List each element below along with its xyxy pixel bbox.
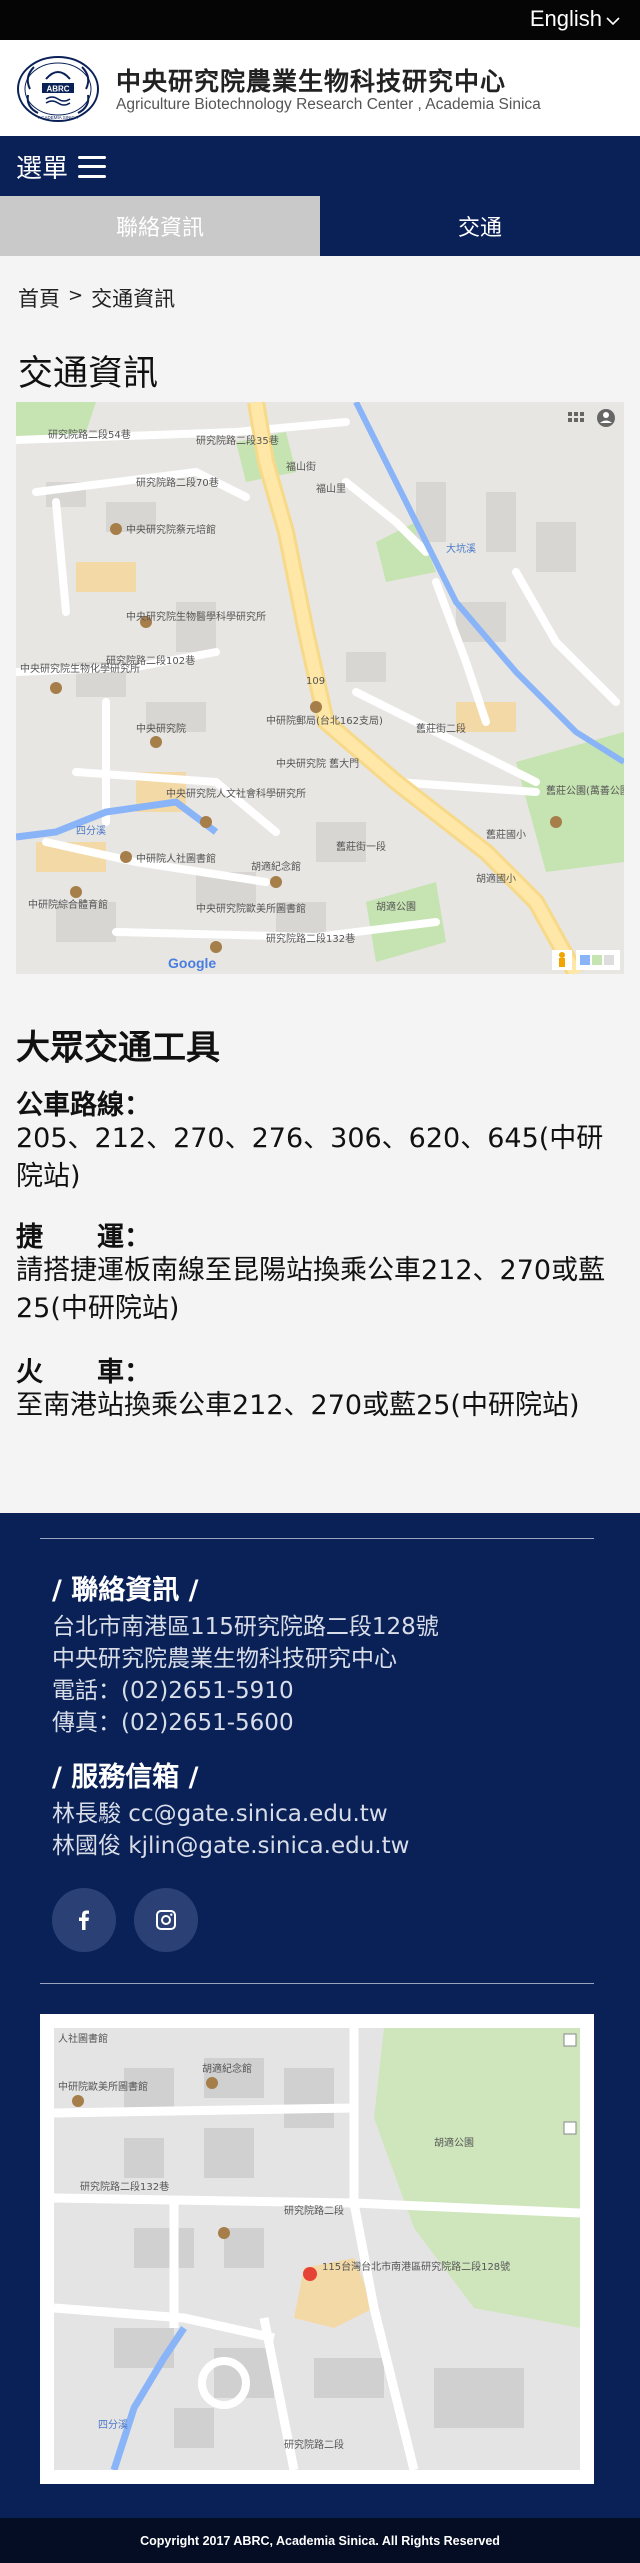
map-label: 胡適紀念館 bbox=[251, 860, 301, 873]
menu-label: 選單 bbox=[16, 154, 69, 184]
chevron-down-icon bbox=[606, 17, 620, 26]
map-label: 109 bbox=[306, 676, 325, 687]
map-label: 研究院路二段70巷 bbox=[136, 476, 219, 489]
footer-map-label: 四分溪 bbox=[98, 2419, 128, 2431]
footer-map[interactable]: 胡適紀念館 中研院歐美所圖書館 胡適公園 研究院路二段132巷 研究院路二段 1… bbox=[40, 2014, 594, 2484]
footer-divider bbox=[40, 1538, 594, 1539]
footer-mail-2[interactable]: 林國俊 kjlin@gate.sinica.edu.tw bbox=[52, 1830, 409, 1862]
menu-button[interactable]: 選單 bbox=[16, 148, 107, 185]
site-subtitle: Agriculture Biotechnology Research Cente… bbox=[116, 96, 541, 113]
map-label: 中央研究院 舊大門 bbox=[276, 757, 359, 770]
map-label: 中央研究院歐美所圖書館 bbox=[196, 902, 306, 915]
map-label: 中央研究院蔡元培館 bbox=[126, 523, 216, 536]
footer-fax: 傳真：(02)2651-5600 bbox=[52, 1710, 294, 1736]
menu-bar: 選單 bbox=[0, 136, 640, 196]
site-header: ABRC ACADEMIA SINICA 中央研究院農業生物科技研究中心 Agr… bbox=[0, 40, 640, 136]
map-label: 中央研究院人文社會科學研究所 bbox=[166, 787, 306, 800]
map-label: 舊莊街二段 bbox=[416, 722, 466, 735]
map-label: 研究院路二段54巷 bbox=[48, 428, 131, 441]
facebook-icon bbox=[79, 1910, 89, 1930]
footer-map-label: 中研院歐美所圖書館 bbox=[58, 2080, 148, 2093]
hamburger-icon bbox=[78, 155, 107, 178]
transit-heading: 大眾交通工具 bbox=[16, 1028, 220, 1068]
language-label: English bbox=[529, 6, 602, 31]
bus-routes-text: 205、212、270、276、306、620、645(中研院站) bbox=[16, 1123, 604, 1192]
location-map[interactable]: 研究院路二段54巷 研究院路二段35巷 研究院路二段70巷 福山街 中央研究院蔡… bbox=[16, 402, 624, 974]
map-label: 舊莊公園(萬善公園) bbox=[546, 784, 624, 797]
train-label: 火 車： bbox=[16, 1357, 151, 1388]
breadcrumb-home[interactable]: 首頁 bbox=[18, 283, 60, 313]
map-label: 大坑溪 bbox=[446, 542, 476, 555]
footer-contact-heading: / 聯絡資訊 / bbox=[52, 1575, 199, 1606]
footer-mail-1[interactable]: 林長駿 cc@gate.sinica.edu.tw bbox=[52, 1798, 388, 1830]
map-label: 福山街 bbox=[286, 460, 316, 473]
facebook-button[interactable] bbox=[52, 1888, 116, 1952]
site-title[interactable]: 中央研究院農業生物科技研究中心 bbox=[116, 62, 506, 98]
map-layers-icon[interactable] bbox=[576, 950, 620, 970]
map-label: 中研院郵局(台北162支局) bbox=[266, 714, 383, 727]
footer-map-label: 人社圖書館 bbox=[58, 2032, 108, 2045]
footer-org: 中央研究院農業生物科技研究中心 bbox=[52, 1646, 397, 1672]
top-language-bar: English bbox=[0, 0, 640, 40]
map-label: 研究院路二段102巷 bbox=[106, 654, 195, 667]
footer-phone: 電話：(02)2651-5910 bbox=[52, 1678, 294, 1704]
logo-subtext: ACADEMIA SINICA bbox=[38, 115, 78, 120]
footer-address: 台北市南港區115研究院路二段128號 bbox=[52, 1614, 439, 1640]
copyright: Copyright 2017 ABRC, Academia Sinica. Al… bbox=[0, 2518, 640, 2563]
train-text: 至南港站換乘公車212、270或藍25(中研院站) bbox=[16, 1390, 580, 1421]
map-label: 中央研究院生物醫學科學研究所 bbox=[126, 610, 266, 623]
footer-map-label: 胡適公園 bbox=[434, 2136, 474, 2149]
map-label: 舊莊街一段 bbox=[336, 840, 386, 853]
tab-transport[interactable]: 交通 bbox=[320, 196, 640, 256]
map-label: 舊莊國小 bbox=[486, 828, 526, 841]
map-label: 研究院路二段35巷 bbox=[196, 434, 279, 447]
breadcrumb: 首頁 > 交通資訊 bbox=[18, 283, 175, 313]
footer-map-label: 胡適紀念館 bbox=[202, 2062, 252, 2075]
bus-label: 公車路線： bbox=[16, 1090, 151, 1121]
map-label: 四分溪 bbox=[76, 825, 106, 837]
map-label: 胡適公園 bbox=[376, 900, 416, 913]
abrc-logo[interactable]: ABRC ACADEMIA SINICA bbox=[16, 55, 100, 123]
footer-divider bbox=[40, 1983, 594, 1984]
map-label: 福山里 bbox=[316, 482, 346, 495]
google-logo: Google bbox=[168, 955, 216, 971]
account-icon[interactable] bbox=[597, 409, 615, 427]
tab-contact-info[interactable]: 聯絡資訊 bbox=[0, 196, 320, 256]
breadcrumb-separator: > bbox=[68, 285, 84, 306]
map-label: 中研院人社圖書館 bbox=[136, 852, 216, 865]
footer-map-label: 研究院路二段 bbox=[284, 2204, 344, 2217]
map-label: 中研院綜合體育館 bbox=[28, 898, 108, 911]
instagram-button[interactable] bbox=[134, 1888, 198, 1952]
mrt-label: 捷 運： bbox=[16, 1222, 151, 1253]
page-title: 交通資訊 bbox=[18, 354, 159, 394]
section-tabs: 聯絡資訊 交通 bbox=[0, 196, 640, 256]
footer-map-label: 115台灣台北市南港區研究院路二段128號 bbox=[322, 2260, 510, 2273]
footer-map-label: 研究院路二段 bbox=[284, 2438, 344, 2451]
pegman-icon[interactable] bbox=[552, 950, 572, 970]
breadcrumb-current: 交通資訊 bbox=[91, 287, 176, 311]
language-switch[interactable]: English bbox=[530, 6, 620, 32]
map-label: 胡適國小 bbox=[476, 872, 516, 885]
footer-service-heading: / 服務信箱 / bbox=[52, 1762, 199, 1793]
map-label: 研究院路二段132巷 bbox=[266, 932, 355, 945]
instagram-icon bbox=[156, 1910, 176, 1930]
map-label: 中央研究院 bbox=[136, 722, 186, 735]
logo-text: ABRC bbox=[46, 85, 69, 94]
footer-map-label: 研究院路二段132巷 bbox=[80, 2180, 169, 2193]
mrt-text: 請搭捷運板南線至昆陽站換乘公車212、270或藍25(中研院站) bbox=[16, 1255, 606, 1324]
